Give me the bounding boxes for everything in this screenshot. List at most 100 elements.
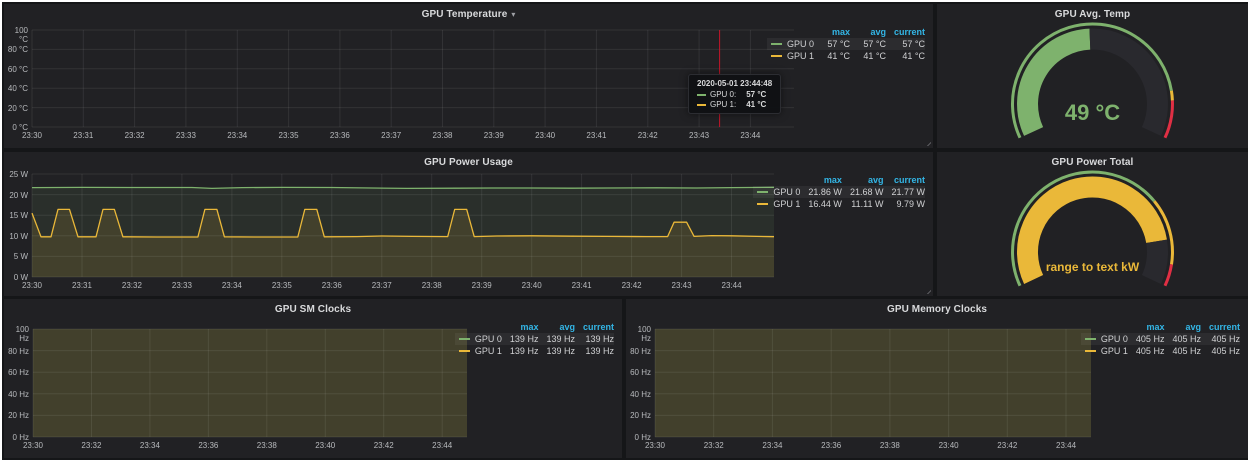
legend-header-avg[interactable]: avg — [842, 174, 884, 186]
x-axis-tick: 23:33 — [172, 281, 192, 290]
x-axis-tick: 23:35 — [279, 131, 299, 140]
gauge-gpu-power-total — [937, 152, 1248, 296]
legend: maxavgcurrentGPU 0405 Hz405 Hz405 HzGPU … — [1081, 321, 1240, 357]
legend-header-avg[interactable]: avg — [538, 321, 575, 333]
x-axis-tick: 23:34 — [762, 441, 782, 450]
x-axis-tick: 23:44 — [432, 441, 452, 450]
chart-gpu-temperature[interactable]: 100 °C80 °C60 °C40 °C20 °C0 °C23:3023:31… — [4, 4, 933, 148]
legend-table: maxavgcurrentGPU 057 °C57 °C57 °CGPU 141… — [767, 26, 925, 62]
y-axis-tick: 20 Hz — [626, 411, 651, 420]
legend-row: GPU 021.86 W21.68 W21.77 W — [753, 186, 925, 198]
legend-stat-avg: 41 °C — [850, 50, 886, 62]
x-axis-tick: 23:39 — [484, 131, 504, 140]
x-axis-tick: 23:34 — [140, 441, 160, 450]
y-axis-tick: 20 Hz — [4, 411, 29, 420]
panel-gpu-memory-clocks: GPU Memory Clocks 100 Hz80 Hz60 Hz40 Hz2… — [626, 299, 1248, 458]
legend-name-column — [753, 174, 800, 186]
legend-header-max[interactable]: max — [800, 174, 842, 186]
series-color-dash — [1085, 338, 1096, 340]
x-axis-tick: 23:44 — [722, 281, 742, 290]
series-color-dash — [459, 350, 470, 352]
x-axis-tick: 23:32 — [704, 441, 724, 450]
x-axis-tick: 23:31 — [72, 281, 92, 290]
legend-header-current[interactable]: current — [886, 26, 925, 38]
series-color-dash — [1085, 350, 1096, 352]
chart-canvas — [32, 30, 794, 127]
legend-series-gpu-1[interactable]: GPU 1 — [1081, 345, 1128, 357]
legend-stat-avg: 405 Hz — [1164, 333, 1201, 345]
legend-stat-current: 405 Hz — [1201, 345, 1240, 357]
x-axis-tick: 23:32 — [122, 281, 142, 290]
tooltip-timestamp: 2020-05-01 23:44:48 — [697, 79, 772, 88]
legend-stat-avg: 139 Hz — [538, 333, 575, 345]
panel-gpu-power-total: GPU Power Total range to text kW — [937, 152, 1248, 296]
x-axis-tick: 23:40 — [522, 281, 542, 290]
chart-canvas — [33, 329, 467, 437]
legend-series-gpu-0[interactable]: GPU 0 — [767, 38, 814, 50]
legend-stat-max: 139 Hz — [502, 333, 539, 345]
x-axis-tick: 23:43 — [689, 131, 709, 140]
legend-row: GPU 1139 Hz139 Hz139 Hz — [455, 345, 614, 357]
y-axis-tick: 80 °C — [4, 45, 28, 54]
legend-stat-max: 16.44 W — [800, 198, 842, 210]
legend: maxavgcurrentGPU 057 °C57 °C57 °CGPU 141… — [767, 26, 925, 62]
chart-gpu-memory-clocks[interactable]: 100 Hz80 Hz60 Hz40 Hz20 Hz0 Hz23:3023:32… — [626, 299, 1248, 458]
y-axis-tick: 80 Hz — [626, 347, 651, 356]
legend-header-current[interactable]: current — [575, 321, 614, 333]
legend-stat-current: 9.79 W — [883, 198, 925, 210]
legend-series-gpu-0[interactable]: GPU 0 — [1081, 333, 1128, 345]
x-axis-tick: 23:38 — [257, 441, 277, 450]
x-axis-tick: 23:34 — [222, 281, 242, 290]
x-axis-tick: 23:39 — [472, 281, 492, 290]
chart-gpu-sm-clocks[interactable]: 100 Hz80 Hz60 Hz40 Hz20 Hz0 Hz23:3023:32… — [4, 299, 622, 458]
y-axis-tick: 20 °C — [4, 104, 28, 113]
legend-header-max[interactable]: max — [1128, 321, 1165, 333]
legend-table: maxavgcurrentGPU 0405 Hz405 Hz405 HzGPU … — [1081, 321, 1240, 357]
series-color-dash — [771, 43, 782, 45]
legend-header-avg[interactable]: avg — [1164, 321, 1201, 333]
legend-header-max[interactable]: max — [502, 321, 539, 333]
x-axis-tick: 23:35 — [272, 281, 292, 290]
y-axis-tick: 40 Hz — [626, 390, 651, 399]
legend-series-gpu-1[interactable]: GPU 1 — [767, 50, 814, 62]
y-axis-tick: 100 Hz — [626, 325, 651, 343]
chart-tooltip: 2020-05-01 23:44:48GPU 0:57 °CGPU 1:41 °… — [688, 74, 781, 114]
legend-name-column — [1081, 321, 1128, 333]
x-axis-tick: 23:44 — [1056, 441, 1076, 450]
legend-stat-current: 139 Hz — [575, 333, 614, 345]
legend-row: GPU 141 °C41 °C41 °C — [767, 50, 925, 62]
x-axis-tick: 23:36 — [330, 131, 350, 140]
tooltip-series-value: 41 °C — [746, 100, 766, 109]
legend-series-gpu-1[interactable]: GPU 1 — [455, 345, 502, 357]
legend-header-current[interactable]: current — [1201, 321, 1240, 333]
x-axis-tick: 23:30 — [22, 131, 42, 140]
x-axis-tick: 23:34 — [227, 131, 247, 140]
series-color-dash — [757, 203, 768, 205]
y-axis-tick: 15 W — [4, 211, 28, 220]
legend-series-gpu-0[interactable]: GPU 0 — [455, 333, 502, 345]
chart-gpu-power-usage[interactable]: 25 W20 W15 W10 W5 W0 W23:3023:3123:3223:… — [4, 152, 933, 296]
gauge-arc — [937, 152, 1248, 296]
legend-stat-avg: 139 Hz — [538, 345, 575, 357]
legend-series-gpu-1[interactable]: GPU 1 — [753, 198, 800, 210]
tooltip-series-value: 57 °C — [746, 90, 766, 99]
legend-stat-max: 139 Hz — [502, 345, 539, 357]
legend-series-gpu-0[interactable]: GPU 0 — [753, 186, 800, 198]
legend-stat-max: 405 Hz — [1128, 345, 1165, 357]
panel-gpu-sm-clocks: GPU SM Clocks 100 Hz80 Hz60 Hz40 Hz20 Hz… — [4, 299, 622, 458]
legend-table: maxavgcurrentGPU 021.86 W21.68 W21.77 WG… — [753, 174, 925, 210]
legend-header-avg[interactable]: avg — [850, 26, 886, 38]
x-axis-tick: 23:30 — [22, 281, 42, 290]
legend-row: GPU 0405 Hz405 Hz405 Hz — [1081, 333, 1240, 345]
gauge-value: 49 °C — [937, 100, 1248, 126]
y-axis-tick: 60 Hz — [4, 368, 29, 377]
legend-header-max[interactable]: max — [814, 26, 850, 38]
x-axis-tick: 23:32 — [81, 441, 101, 450]
x-axis-tick: 23:37 — [372, 281, 392, 290]
dashboard: GPU Temperature ▾ 100 °C80 °C60 °C40 °C2… — [0, 0, 1250, 462]
x-axis-tick: 23:42 — [997, 441, 1017, 450]
tooltip-series-name: GPU 0: — [710, 90, 736, 99]
x-axis-tick: 23:33 — [176, 131, 196, 140]
series-color-dash — [459, 338, 470, 340]
legend-header-current[interactable]: current — [883, 174, 925, 186]
